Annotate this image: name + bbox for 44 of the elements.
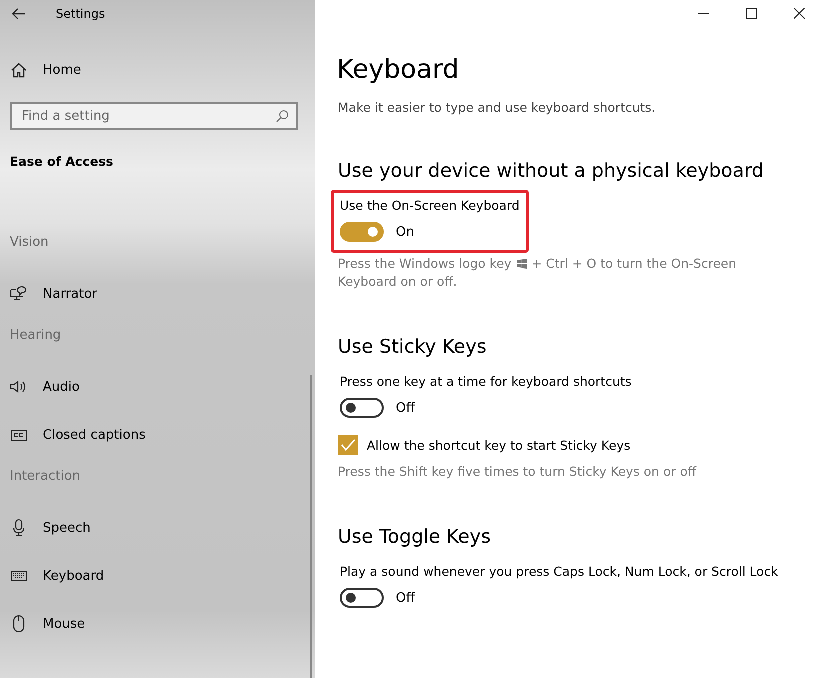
setting-label: Play a sound whenever you press Caps Lock, Num Lock, or Scroll Lock — [340, 564, 778, 579]
sidebar-item[interactable]: Speech — [0, 514, 91, 542]
keyboard-icon — [10, 571, 28, 581]
captions-icon — [10, 430, 28, 440]
toggle-state: Off — [396, 400, 416, 416]
window-title: Settings — [56, 7, 106, 21]
sidebar-item[interactable]: Keyboard — [0, 562, 104, 590]
setting-label: Press one key at a time for keyboard shortcuts — [340, 374, 632, 389]
hint-text: + Ctrl + O to turn the On-Screen — [532, 255, 737, 273]
group-heading: Use your device without a physical keyboard — [338, 159, 765, 184]
hint-text: Keyboard on or off. — [338, 273, 458, 291]
group-heading: Use Toggle Keys — [338, 525, 492, 550]
toggle-switch[interactable] — [340, 588, 384, 608]
checkbox[interactable] — [338, 435, 358, 455]
category-heading: Ease of Access — [9, 154, 114, 169]
toggle-state: On — [396, 224, 414, 240]
toggle-state: Off — [396, 590, 416, 606]
toggle-switch[interactable] — [340, 222, 384, 242]
checkbox-label: Allow the shortcut key to start Sticky Keys — [367, 438, 631, 452]
section-heading: Hearing — [9, 328, 62, 343]
close-icon[interactable] — [794, 8, 805, 19]
back-arrow-icon[interactable] — [12, 8, 26, 20]
monitor-speech-icon — [10, 286, 28, 302]
home-icon — [10, 62, 28, 78]
section-heading: Interaction — [9, 469, 82, 484]
hint-text: Press the Windows logo key — [338, 255, 512, 273]
group-heading: Use Sticky Keys — [338, 335, 488, 360]
search-icon — [276, 110, 289, 123]
speaker-icon — [10, 380, 28, 394]
section-heading: Vision — [9, 235, 50, 250]
sidebar-item[interactable]: Closed captions — [0, 421, 146, 449]
windows-logo-icon — [516, 259, 527, 269]
setting-label: Use the On-Screen Keyboard — [340, 198, 520, 213]
sidebar-item[interactable]: Mouse — [0, 610, 86, 638]
sidebar-item[interactable]: Narrator — [0, 280, 98, 308]
home-link[interactable]: Home — [0, 56, 82, 84]
toggle-switch[interactable] — [340, 398, 384, 418]
hint-text: Press the Shift key five times to turn Sticky Keys on or off — [338, 464, 696, 479]
page-title: Keyboard — [337, 54, 460, 87]
page-description: Make it easier to type and use keyboard shortcuts. — [338, 100, 657, 115]
scrollbar[interactable] — [310, 375, 312, 678]
sidebar-item[interactable]: Audio — [0, 373, 80, 401]
maximize-icon[interactable] — [746, 8, 757, 19]
search-field[interactable]: Find a setting — [10, 102, 298, 130]
